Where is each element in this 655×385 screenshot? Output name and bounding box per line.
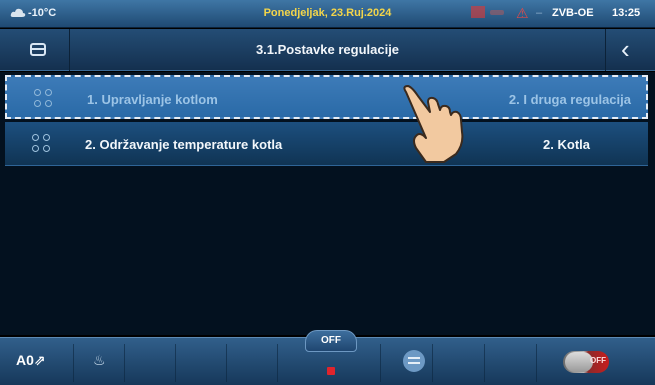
chevron-left-icon: ‹ bbox=[621, 34, 630, 64]
signal-icon bbox=[490, 10, 504, 15]
title-bar: 3.1.Postavke regulacije ‹ bbox=[0, 29, 655, 71]
list-item-boiler-control[interactable]: 1. Upravljanje kotlom 2. I druga regulac… bbox=[5, 75, 648, 119]
settings-dots-icon bbox=[32, 134, 50, 152]
stop-indicator bbox=[327, 367, 335, 375]
list-item-value: 2. Kotla bbox=[543, 137, 590, 152]
flame-icon[interactable]: ♨ bbox=[93, 352, 106, 369]
status-separator: – bbox=[536, 7, 543, 19]
list-item-label: 2. Održavanje temperature kotla bbox=[85, 137, 283, 152]
toggle-knob bbox=[565, 352, 593, 372]
mode-icon[interactable]: A0⇗ bbox=[16, 352, 46, 369]
back-button[interactable]: ‹ bbox=[605, 29, 655, 71]
clock: 13:25 bbox=[612, 7, 641, 19]
toggle-label: OFF bbox=[590, 356, 606, 365]
power-toggle[interactable]: OFF bbox=[563, 351, 609, 373]
thermometer-icon bbox=[471, 6, 485, 18]
device-name: ZVB-OE bbox=[552, 7, 594, 19]
menu-list-icon[interactable] bbox=[403, 350, 425, 372]
page-title: 3.1.Postavke regulacije bbox=[255, 42, 400, 57]
bottom-bar: A0⇗ ♨ OFF OFF bbox=[0, 330, 655, 385]
tap-hand-icon bbox=[403, 85, 464, 163]
status-bar: -10°C Ponedjeljak, 23.Ruj.2024 ⚠ – ZVB-O… bbox=[0, 0, 655, 28]
list-item-value: 2. I druga regulacija bbox=[508, 92, 631, 107]
list-item-boiler-temperature[interactable]: 2. Održavanje temperature kotla 2. Kotla bbox=[5, 122, 648, 166]
settings-list: 1. Upravljanje kotlom 2. I druga regulac… bbox=[0, 72, 655, 335]
alarm-icon[interactable]: ⚠ bbox=[516, 5, 529, 22]
settings-dots-icon bbox=[34, 89, 52, 107]
off-button[interactable]: OFF bbox=[305, 330, 357, 352]
list-item-label: 1. Upravljanje kotlom bbox=[87, 92, 218, 107]
